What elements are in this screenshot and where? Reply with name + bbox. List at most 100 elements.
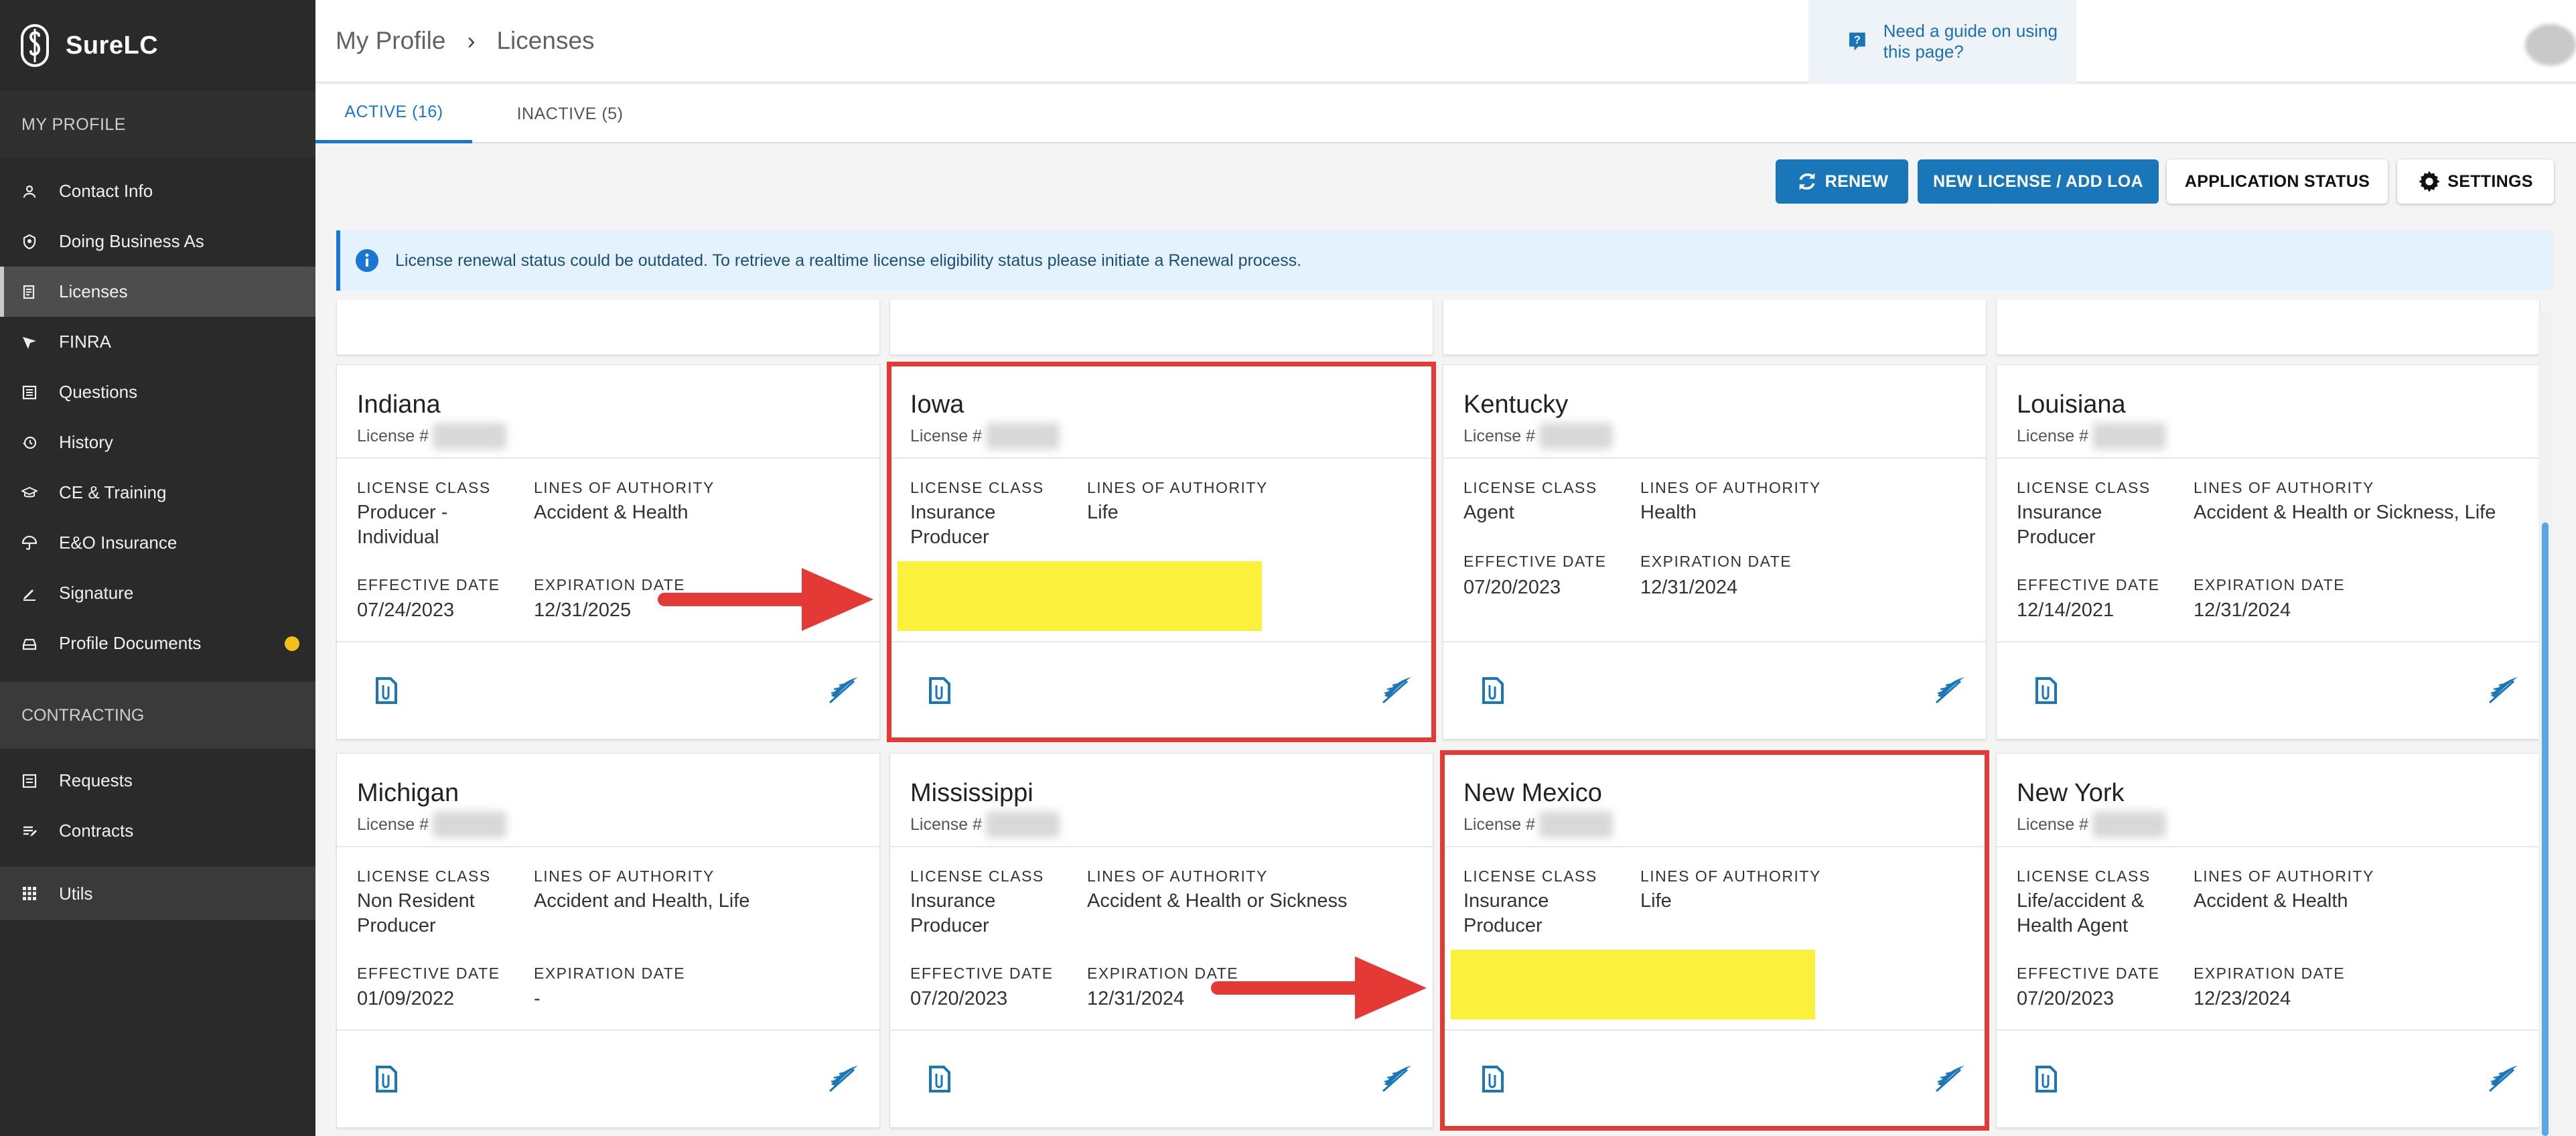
renew-label: RENEW xyxy=(1824,171,1889,191)
tab-inactive[interactable]: INACTIVE (5) xyxy=(503,84,637,143)
sidebar-item-utils[interactable]: Utils xyxy=(0,867,315,920)
renew-feather-icon[interactable] xyxy=(1934,676,1966,705)
notification-dot xyxy=(285,636,299,651)
guide-link[interactable]: ? Need a guide on using this page? xyxy=(1808,0,2076,83)
card-divider xyxy=(1443,457,1986,459)
renew-feather-icon[interactable] xyxy=(827,676,859,705)
breadcrumb-my-profile[interactable]: My Profile xyxy=(336,27,445,55)
license-number-redacted xyxy=(986,811,1060,838)
person-icon xyxy=(23,185,36,198)
sidebar-item-contracts[interactable]: Contracts xyxy=(0,806,315,856)
sidebar-item-history[interactable]: History xyxy=(0,417,315,468)
expiration-date-value: - xyxy=(534,988,541,1009)
renew-feather-icon[interactable] xyxy=(2487,676,2519,705)
loa-label: LINES OF AUTHORITY xyxy=(534,479,715,496)
loa-label: LINES OF AUTHORITY xyxy=(1087,479,1268,496)
top-bar: My Profile › Licenses xyxy=(315,0,2576,83)
sidebar-item-label: Questions xyxy=(59,382,138,402)
brand[interactable]: SureLC xyxy=(0,0,315,91)
renew-feather-icon[interactable] xyxy=(1934,1064,1966,1094)
license-class-label: LICENSE CLASS xyxy=(2017,479,2151,496)
document-icon[interactable] xyxy=(376,1066,397,1092)
card-divider xyxy=(890,1030,1433,1031)
date-highlight xyxy=(898,561,1262,631)
card-divider xyxy=(337,457,879,459)
sidebar-item-contact-info[interactable]: Contact Info xyxy=(0,166,315,216)
pen-icon xyxy=(23,589,35,601)
license-class-value: Agent xyxy=(1463,502,1514,523)
license-card-new-mexico[interactable]: New Mexico License # LICENSE CLASS LINES… xyxy=(1443,753,1987,1128)
license-number-redacted xyxy=(1539,423,1614,449)
effective-date-value: 12/14/2021 xyxy=(2017,599,2115,621)
sidebar-item-licenses[interactable]: Licenses xyxy=(0,267,315,317)
renew-button[interactable]: RENEW xyxy=(1776,159,1908,204)
license-card-indiana[interactable]: Indiana License # LICENSE CLASS LINES OF… xyxy=(336,364,880,739)
sidebar-item-eo-insurance[interactable]: E&O Insurance xyxy=(0,518,315,568)
sidebar-item-doing-business-as[interactable]: Doing Business As xyxy=(0,216,315,267)
tray-icon xyxy=(22,638,37,650)
renew-feather-icon[interactable] xyxy=(2487,1064,2519,1094)
sidebar-item-finra[interactable]: FINRA xyxy=(0,317,315,367)
sidebar-item-ce-training[interactable]: CE & Training xyxy=(0,468,315,518)
expiration-date-value: 12/31/2024 xyxy=(1087,988,1185,1009)
sidebar-item-profile-documents[interactable]: Profile Documents xyxy=(0,618,315,668)
expiration-date-label: EXPIRATION DATE xyxy=(534,576,686,593)
license-card-mississippi[interactable]: Mississippi License # LICENSE CLASS LINE… xyxy=(889,753,1433,1128)
avatar[interactable] xyxy=(2525,24,2576,66)
license-class-label: LICENSE CLASS xyxy=(2017,867,2151,885)
loa-label: LINES OF AUTHORITY xyxy=(1087,867,1268,885)
card-divider xyxy=(890,641,1433,642)
card-divider xyxy=(337,1030,879,1031)
application-status-button[interactable]: APPLICATION STATUS xyxy=(2167,159,2388,204)
history-icon xyxy=(23,436,37,449)
state-name: Iowa xyxy=(910,390,964,419)
renew-feather-icon[interactable] xyxy=(1380,676,1413,705)
document-list-icon xyxy=(23,285,35,299)
svg-text:?: ? xyxy=(1854,34,1861,46)
expiration-date-label: EXPIRATION DATE xyxy=(534,965,686,982)
license-card-kentucky[interactable]: Kentucky License # LICENSE CLASS LINES O… xyxy=(1443,364,1987,739)
effective-date-label: EFFECTIVE DATE xyxy=(357,965,500,982)
send-icon xyxy=(23,336,36,349)
effective-date-label: EFFECTIVE DATE xyxy=(1463,553,1607,570)
renew-feather-icon[interactable] xyxy=(827,1064,859,1094)
card-divider xyxy=(890,846,1433,847)
document-icon[interactable] xyxy=(929,677,950,704)
guide-label: Need a guide on using this page? xyxy=(1883,21,2058,62)
banner-text: License renewal status could be outdated… xyxy=(395,251,1302,270)
scrollbar-thumb[interactable] xyxy=(2542,522,2549,1136)
license-card-michigan[interactable]: Michigan License # LICENSE CLASS LINES O… xyxy=(336,753,880,1128)
tab-active[interactable]: ACTIVE (16) xyxy=(315,84,472,143)
license-card-iowa[interactable]: Iowa License # LICENSE CLASS LINES OF AU… xyxy=(889,364,1433,739)
effective-date-label: EFFECTIVE DATE xyxy=(2017,576,2160,593)
sidebar-item-label: E&O Insurance xyxy=(59,532,177,553)
expiration-date-label: EXPIRATION DATE xyxy=(2194,965,2346,982)
info-icon xyxy=(356,249,378,272)
sidebar-item-questions[interactable]: Questions xyxy=(0,367,315,417)
document-icon[interactable] xyxy=(2035,1066,2057,1092)
renew-feather-icon[interactable] xyxy=(1380,1064,1413,1094)
document-icon[interactable] xyxy=(2035,677,2057,704)
document-icon[interactable] xyxy=(1482,677,1504,704)
license-number-redacted xyxy=(2092,423,2167,449)
new-license-button[interactable]: NEW LICENSE / ADD LOA xyxy=(1918,159,2159,204)
loa-value: Life xyxy=(1087,502,1119,523)
settings-button[interactable]: SETTINGS xyxy=(2397,159,2554,204)
license-class-value: Insurance Producer xyxy=(910,890,996,936)
license-card-louisiana[interactable]: Louisiana License # LICENSE CLASS LINES … xyxy=(1996,364,2540,739)
expiration-date-value: 12/23/2024 xyxy=(2194,988,2291,1009)
license-class-label: LICENSE CLASS xyxy=(910,867,1044,885)
info-banner: License renewal status could be outdated… xyxy=(336,230,2553,291)
sidebar-item-signature[interactable]: Signature xyxy=(0,568,315,618)
sidebar-item-label: History xyxy=(59,432,113,452)
license-prefix: License # xyxy=(910,814,983,834)
effective-date-value: 07/20/2023 xyxy=(1463,577,1561,598)
document-icon[interactable] xyxy=(376,677,397,704)
loa-value: Accident & Health or Sickness xyxy=(1087,890,1348,912)
sidebar-item-requests[interactable]: Requests xyxy=(0,756,315,806)
my-profile-header: MY PROFILE xyxy=(0,91,315,158)
document-icon[interactable] xyxy=(1482,1066,1504,1092)
loa-label: LINES OF AUTHORITY xyxy=(1640,479,1821,496)
license-card-new-york[interactable]: New York License # LICENSE CLASS LINES O… xyxy=(1996,753,2540,1128)
document-icon[interactable] xyxy=(929,1066,950,1092)
